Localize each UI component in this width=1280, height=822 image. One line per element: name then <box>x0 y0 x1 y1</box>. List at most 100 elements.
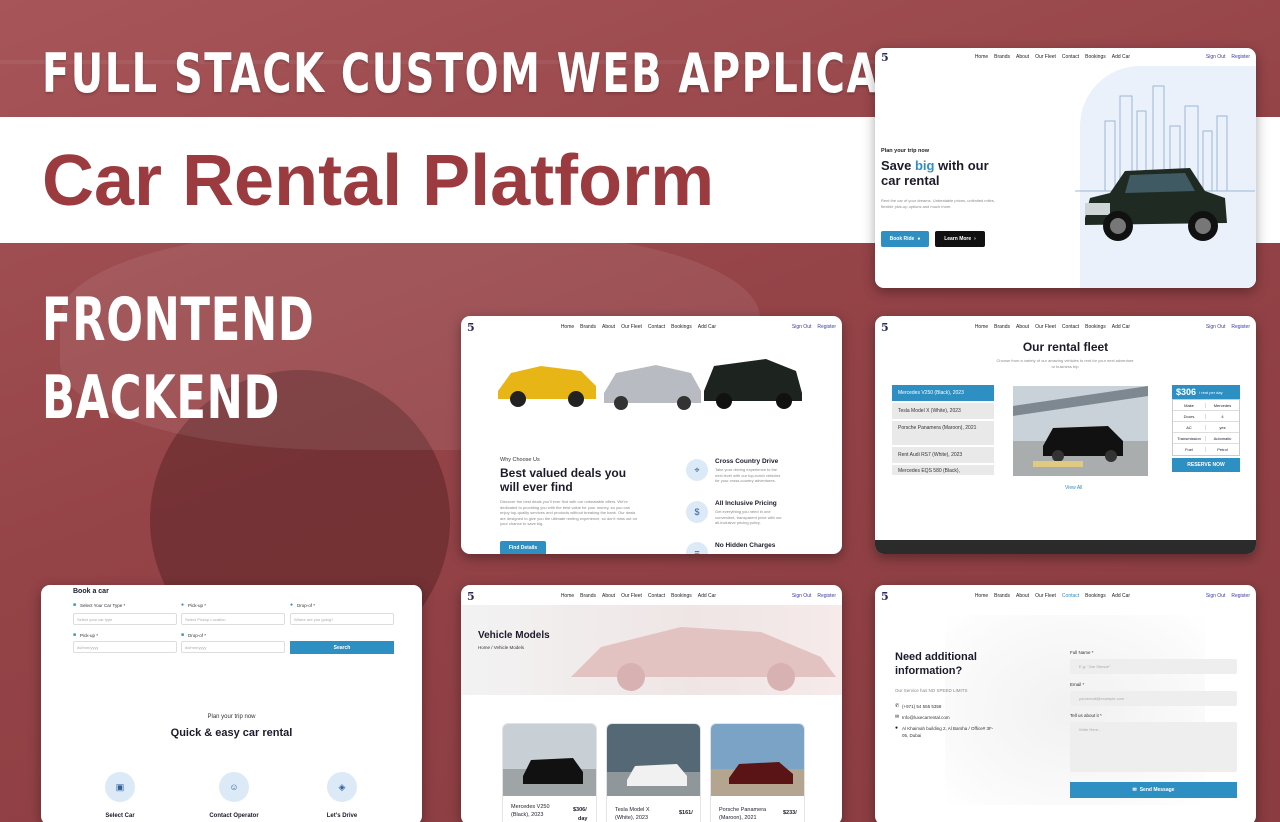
nav-link-contact[interactable]: Contact <box>648 324 665 330</box>
contact-description: Our Service has NO SPEED LIMITS <box>895 688 968 693</box>
send-icon: ✉ <box>1132 787 1137 793</box>
navbar: 5 Home Brands About Our Fleet Contact Bo… <box>875 587 1256 605</box>
car-type-select[interactable]: Select your car type <box>73 613 177 625</box>
spec-key: Make <box>1173 402 1206 408</box>
nav-link-bookings[interactable]: Bookings <box>1085 593 1106 599</box>
nav-link-contact-active[interactable]: Contact <box>1062 593 1079 599</box>
nav-link-fleet[interactable]: Our Fleet <box>1035 54 1056 60</box>
sign-out-link[interactable]: Sign Out <box>1206 324 1225 330</box>
spec-row: Make Mercedes <box>1173 400 1239 411</box>
logo[interactable]: 5 <box>467 590 485 603</box>
contact-title-line2: information? <box>895 665 963 677</box>
nav-link-fleet[interactable]: Our Fleet <box>1035 324 1056 330</box>
learn-more-button[interactable]: Learn More › <box>935 231 985 247</box>
nav-link-contact[interactable]: Contact <box>1062 324 1079 330</box>
feature-desc-pricing: Get everything you need in one convenien… <box>715 509 782 525</box>
auth-links: Sign Out Register <box>1206 324 1250 330</box>
nav-link-bookings[interactable]: Bookings <box>1085 324 1106 330</box>
search-button[interactable]: Search <box>290 641 394 654</box>
hero-title-post: with our <box>934 158 989 173</box>
logo[interactable]: 5 <box>881 321 899 334</box>
sign-out-link[interactable]: Sign Out <box>1206 54 1225 60</box>
book-ride-label: Book Ride <box>889 236 915 242</box>
nav-link-add-car[interactable]: Add Car <box>1112 593 1130 599</box>
nav-link-home[interactable]: Home <box>975 54 988 60</box>
pickup-location-select[interactable]: Select Pickup Location <box>181 613 285 625</box>
nav-link-home[interactable]: Home <box>561 593 574 599</box>
nav-link-add-car[interactable]: Add Car <box>1112 324 1130 330</box>
fleet-car-list: Mercedes V250 (Black), 2023 Tesla Model … <box>892 385 994 475</box>
auth-links: Sign Out Register <box>792 593 836 599</box>
car-type-label: Select Your Car Type * <box>80 603 126 608</box>
reserve-now-button[interactable]: RESERVE NOW <box>1172 458 1240 472</box>
fleet-car-item[interactable]: Rent Audi RS7 (White), 2023 <box>892 447 994 463</box>
fleet-car-item[interactable]: Tesla Model X (White), 2023 <box>892 403 994 419</box>
models-breadcrumb: Home / Vehicle Models <box>478 645 525 650</box>
logo[interactable]: 5 <box>881 51 899 64</box>
nav-link-fleet[interactable]: Our Fleet <box>621 324 642 330</box>
logo[interactable]: 5 <box>467 321 485 334</box>
find-details-button[interactable]: Find Details <box>500 541 546 554</box>
model-card[interactable]: Tesla Model X (White), 2023 $161/ <box>606 723 701 822</box>
nav-link-about[interactable]: About <box>1016 54 1029 60</box>
find-details-label: Find Details <box>508 545 538 551</box>
nav-link-bookings[interactable]: Bookings <box>1085 54 1106 60</box>
nav-link-contact[interactable]: Contact <box>1062 54 1079 60</box>
fleet-car-item[interactable]: Porsche Panamera (Maroon), 2021 <box>892 421 994 445</box>
full-name-input[interactable]: E.g: "Joe Shmoe" <box>1070 659 1237 674</box>
dropoff-location-select[interactable]: Where are you going? <box>290 613 394 625</box>
nav-link-home[interactable]: Home <box>975 593 988 599</box>
price-value: $306 <box>1176 387 1197 397</box>
operator-icon: ☺ <box>219 772 249 802</box>
car-select-icon: ▣ <box>105 772 135 802</box>
fleet-car-item-active[interactable]: Mercedes V250 (Black), 2023 <box>892 385 994 401</box>
about-textarea[interactable]: Write Here... <box>1070 722 1237 772</box>
nav-link-brands[interactable]: Brands <box>994 324 1010 330</box>
nav-link-about[interactable]: About <box>602 324 615 330</box>
nav-link-add-car[interactable]: Add Car <box>1112 54 1130 60</box>
navbar: 5 Home Brands About Our Fleet Contact Bo… <box>875 48 1256 66</box>
model-card[interactable]: Mercedes V250 (Black), 2023 $306/ day <box>502 723 597 822</box>
nav-link-home[interactable]: Home <box>561 324 574 330</box>
nav-link-bookings[interactable]: Bookings <box>671 324 692 330</box>
pickup-date-input[interactable]: dd/mm/yyyy <box>73 641 177 653</box>
nav-link-contact[interactable]: Contact <box>648 593 665 599</box>
nav-link-brands[interactable]: Brands <box>580 324 596 330</box>
sign-out-link[interactable]: Sign Out <box>792 324 811 330</box>
spec-key: Doors <box>1173 413 1206 419</box>
sign-out-link[interactable]: Sign Out <box>792 593 811 599</box>
register-link[interactable]: Register <box>817 593 836 599</box>
nav-link-add-car[interactable]: Add Car <box>698 593 716 599</box>
sign-out-link[interactable]: Sign Out <box>1206 593 1225 599</box>
register-link[interactable]: Register <box>1231 54 1250 60</box>
step-select-car: Select Car <box>105 813 135 819</box>
logo[interactable]: 5 <box>881 590 899 603</box>
email-label: Email * <box>1070 682 1085 687</box>
fleet-car-item[interactable]: Mercedes EQS 580 (Black), <box>892 465 994 475</box>
register-link[interactable]: Register <box>1231 593 1250 599</box>
send-message-button[interactable]: ✉ Send Message <box>1070 782 1237 798</box>
register-link[interactable]: Register <box>817 324 836 330</box>
nav-link-about[interactable]: About <box>1016 593 1029 599</box>
hero-car-image <box>1085 168 1227 241</box>
contact-phone: (+971) 54 555 5358 <box>902 704 942 709</box>
nav-link-home[interactable]: Home <box>975 324 988 330</box>
book-ride-button[interactable]: Book Ride ● <box>881 231 929 247</box>
nav-links: Home Brands About Our Fleet Contact Book… <box>899 593 1206 599</box>
model-card[interactable]: Porsche Panamera (Maroon), 2021 $233/ <box>710 723 805 822</box>
register-link[interactable]: Register <box>1231 324 1250 330</box>
nav-link-brands[interactable]: Brands <box>994 54 1010 60</box>
nav-link-brands[interactable]: Brands <box>994 593 1010 599</box>
nav-link-add-car[interactable]: Add Car <box>698 324 716 330</box>
nav-link-bookings[interactable]: Bookings <box>671 593 692 599</box>
nav-link-about[interactable]: About <box>1016 324 1029 330</box>
nav-link-about[interactable]: About <box>602 593 615 599</box>
fleet-view-all-link[interactable]: View All <box>1065 485 1082 491</box>
nav-link-fleet[interactable]: Our Fleet <box>621 593 642 599</box>
nav-link-fleet[interactable]: Our Fleet <box>1035 593 1056 599</box>
email-input[interactable]: youremail@example.com <box>1070 691 1237 706</box>
dollar-icon: $ <box>686 501 708 523</box>
calendar-icon: ■ <box>181 632 185 638</box>
nav-link-brands[interactable]: Brands <box>580 593 596 599</box>
dropoff-date-input[interactable]: dd/mm/yyyy <box>181 641 285 653</box>
